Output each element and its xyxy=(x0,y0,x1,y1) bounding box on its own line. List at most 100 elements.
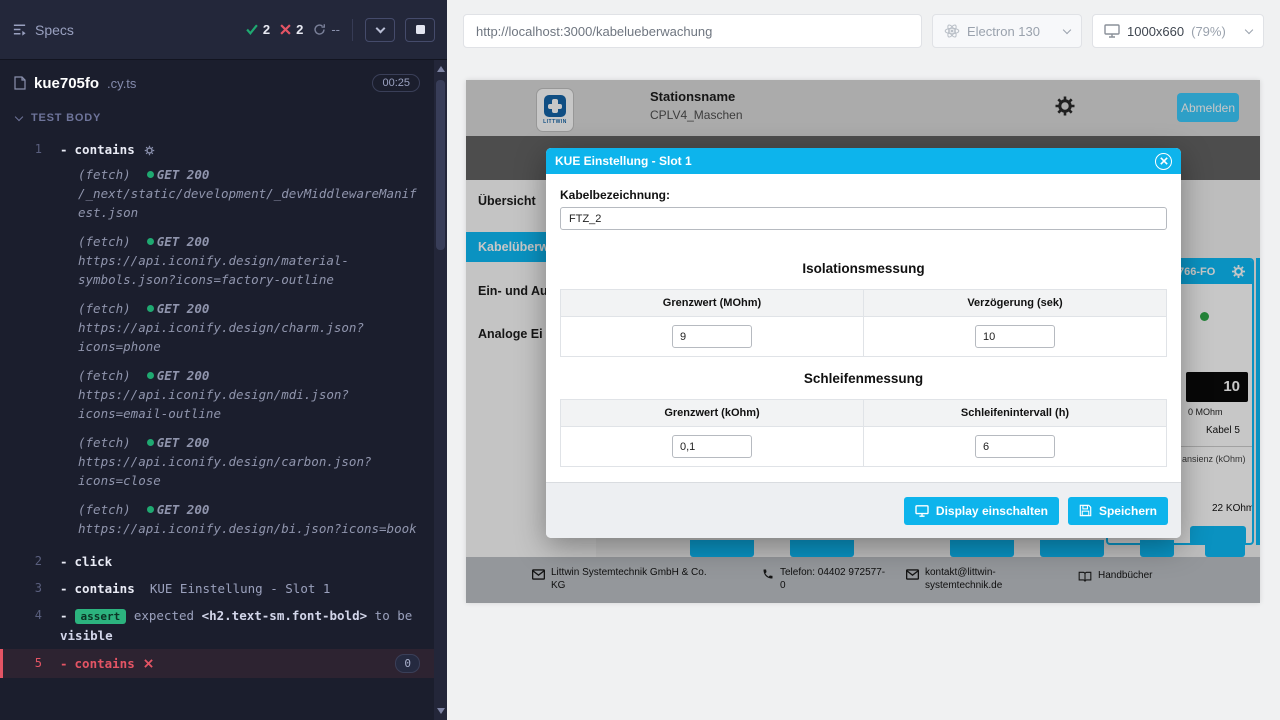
retry-count-badge: 0 xyxy=(395,654,420,673)
cable-name-input[interactable] xyxy=(560,207,1167,230)
loop-col2-header: Schleifenintervall (h) xyxy=(864,400,1167,427)
status-dot-icon xyxy=(147,171,154,178)
fetch-url: https://api.iconify.design/mdi.json?icon… xyxy=(78,385,422,423)
test-body-section[interactable]: TEST BODY xyxy=(0,112,434,124)
network-log-entry: (fetch) GET 200 https://api.iconify.desig… xyxy=(0,232,434,289)
viewport-zoom: (79%) xyxy=(1191,24,1226,39)
network-log-entry: (fetch)GET 200 https://api.iconify.desig… xyxy=(0,433,434,490)
assert-expected: expected xyxy=(134,608,194,623)
close-icon[interactable] xyxy=(1155,153,1172,170)
command-name: contains xyxy=(60,654,135,673)
viewport-selector[interactable]: 1000x660 (79%) xyxy=(1092,14,1264,48)
fetch-tag: (fetch) xyxy=(78,366,131,385)
assert-state: visible xyxy=(60,628,113,643)
file-icon xyxy=(14,76,26,90)
fetch-url: https://api.iconify.design/material-symb… xyxy=(78,251,422,289)
duration-badge: 00:25 xyxy=(372,74,420,92)
specs-list-icon xyxy=(12,22,27,37)
specs-menu[interactable]: Specs xyxy=(12,22,74,38)
fetch-url: https://api.iconify.design/bi.json?icons… xyxy=(78,519,422,538)
stop-button[interactable] xyxy=(405,18,435,42)
save-button-label: Speichern xyxy=(1099,504,1157,518)
command-row-assert[interactable]: 4 assert expected <h2.text-sm.font-bold>… xyxy=(0,602,434,649)
loop-table: Grenzwert (kOhm) Schleifenintervall (h) xyxy=(560,399,1167,467)
url-input[interactable] xyxy=(463,14,922,48)
row-number: 3 xyxy=(0,579,50,598)
scrollbar-thumb[interactable] xyxy=(436,80,445,250)
command-row-failed[interactable]: 5 contains 0 xyxy=(0,649,434,678)
browser-selector[interactable]: Electron 130 xyxy=(932,14,1082,48)
chevron-down-icon xyxy=(375,23,385,33)
chevron-down-icon xyxy=(1063,25,1071,33)
display-button-label: Display einschalten xyxy=(936,504,1048,518)
command-row[interactable]: 1 contains xyxy=(0,136,434,165)
passed-stat: 2 xyxy=(246,22,270,37)
iso-table: Grenzwert (MOhm) Verzögerung (sek) xyxy=(560,289,1167,357)
iso-col2-header: Verzögerung (sek) xyxy=(864,290,1167,317)
scroll-down-icon[interactable] xyxy=(437,708,445,714)
options-gear-icon xyxy=(144,142,155,161)
specs-label: Specs xyxy=(35,22,74,38)
fail-x-icon xyxy=(144,654,153,673)
modal-title: KUE Einstellung - Slot 1 xyxy=(555,154,692,168)
status-dot-icon xyxy=(147,305,154,312)
spec-extension: .cy.ts xyxy=(107,76,136,91)
row-number: 5 xyxy=(0,654,50,673)
cypress-runner-sidebar: Specs 2 2 -- kue705fo.cy.ts 00:25 T xyxy=(0,0,447,720)
check-icon xyxy=(246,24,258,35)
row-number: 1 xyxy=(0,140,50,161)
fetch-url: https://api.iconify.design/charm.json?ic… xyxy=(78,318,422,356)
command-name: contains xyxy=(60,581,135,596)
network-log-entry: (fetch) GET 200 https://api.iconify.desig… xyxy=(0,500,434,538)
assert-middle: to be xyxy=(375,608,413,623)
iso-cell xyxy=(864,317,1167,357)
fetch-tag: (fetch) xyxy=(78,232,131,251)
app-under-test: LITTWIN Stationsname CPLV4_Maschen Abmel… xyxy=(466,80,1260,603)
monitor-icon xyxy=(1104,24,1120,38)
fetch-tag: (fetch) xyxy=(78,500,131,519)
aut-pane: Electron 130 1000x660 (79%) LITTWIN Stat… xyxy=(447,0,1280,720)
sidebar-scrollbar[interactable] xyxy=(434,60,447,720)
row-number: 4 xyxy=(0,606,50,645)
loop-col1-header: Grenzwert (kOhm) xyxy=(561,400,864,427)
command-row[interactable]: 3 contains KUE Einstellung - Slot 1 xyxy=(0,575,434,602)
modal-footer: Display einschalten Speichern xyxy=(546,482,1181,538)
pending-count: -- xyxy=(331,22,340,37)
divider xyxy=(352,19,353,41)
command-row[interactable]: 2 click xyxy=(0,548,434,575)
command-log: 1 contains (fetch)GET 200 /_next/static/… xyxy=(0,136,434,720)
kue-settings-modal: KUE Einstellung - Slot 1 Kabelbezeichnun… xyxy=(546,148,1181,538)
network-log-entry: (fetch)GET 200 /_next/static/development… xyxy=(0,165,434,222)
loop-intervall-input[interactable] xyxy=(975,435,1055,458)
failed-count: 2 xyxy=(296,22,303,37)
loop-section-title: Schleifenmessung xyxy=(560,371,1167,386)
fetch-url: /_next/static/development/_devMiddleware… xyxy=(78,184,422,222)
fetch-tag: (fetch) xyxy=(78,433,131,452)
status-dot-icon xyxy=(147,372,154,379)
loop-grenzwert-input[interactable] xyxy=(672,435,752,458)
iso-grenzwert-input[interactable] xyxy=(672,325,752,348)
fetch-status: GET 200 xyxy=(157,500,210,519)
fetch-status: GET 200 xyxy=(157,232,210,251)
spec-name[interactable]: kue705fo xyxy=(34,75,99,92)
fetch-status: GET 200 xyxy=(157,366,210,385)
iso-section-title: Isolationsmessung xyxy=(560,261,1167,276)
display-icon xyxy=(915,505,929,517)
modal-header: KUE Einstellung - Slot 1 xyxy=(546,148,1181,174)
command-name: click xyxy=(60,554,112,569)
command-message: KUE Einstellung - Slot 1 xyxy=(150,581,331,596)
fetch-status: GET 200 xyxy=(157,433,210,452)
collapse-button[interactable] xyxy=(365,18,395,42)
fetch-tag: (fetch) xyxy=(78,165,131,184)
electron-icon xyxy=(944,23,960,39)
save-floppy-icon xyxy=(1079,504,1092,517)
row-number: 2 xyxy=(0,552,50,571)
scroll-up-icon[interactable] xyxy=(437,66,445,72)
fetch-tag: (fetch) xyxy=(78,299,131,318)
iso-verzoegerung-input[interactable] xyxy=(975,325,1055,348)
status-dot-icon xyxy=(147,506,154,513)
display-on-button[interactable]: Display einschalten xyxy=(904,497,1059,525)
chevron-down-icon xyxy=(1245,25,1253,33)
save-button[interactable]: Speichern xyxy=(1068,497,1168,525)
cable-name-label: Kabelbezeichnung: xyxy=(560,188,1167,202)
